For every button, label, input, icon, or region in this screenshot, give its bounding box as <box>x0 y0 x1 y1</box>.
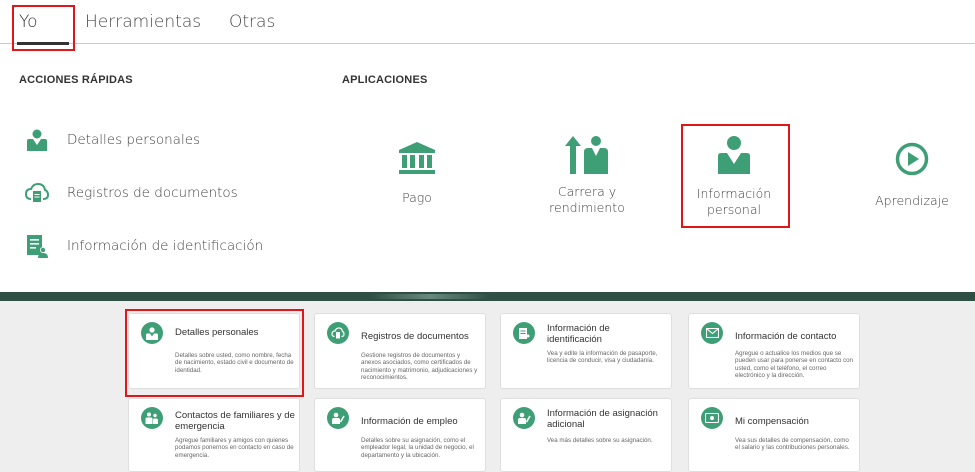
cloud-document-icon <box>327 322 349 344</box>
quick-actions-title: ACCIONES RÁPIDAS <box>19 74 133 86</box>
card-title: Detalles personales <box>175 327 259 338</box>
app-carrera-rendimiento[interactable]: Carrera y rendimiento <box>537 134 637 216</box>
person-icon <box>689 134 779 174</box>
quick-action-label: Registros de documentos <box>67 185 238 201</box>
card-additional-assignment-info[interactable]: Información de asignación adicional Vea … <box>500 398 672 472</box>
app-label-line1: Carrera y <box>557 184 617 199</box>
person-icon <box>141 322 163 344</box>
employment-icon <box>327 407 349 429</box>
quick-action-label: Información de identificación <box>67 238 264 254</box>
app-label: Aprendizaje <box>875 193 949 208</box>
app-label-line1: Información <box>696 186 772 201</box>
app-label-line2: personal <box>707 202 761 217</box>
card-description: Agregue o actualice los medios que se pu… <box>735 350 853 380</box>
tab-herramientas[interactable]: Herramientas <box>85 12 201 32</box>
card-description: Detalles sobre usted, como nombre, fecha… <box>175 352 294 374</box>
card-contact-info[interactable]: Información de contacto Agregue o actual… <box>688 313 860 389</box>
card-title: Contactos de familiares y de emergencia <box>175 410 295 432</box>
card-title: Información de identificación <box>547 323 610 345</box>
quick-action-personal-details[interactable]: Detalles personales <box>24 126 200 154</box>
app-label-line2: rendimiento <box>549 200 625 215</box>
card-description: Vea y edite la información de pasaporte,… <box>547 350 658 365</box>
card-title: Registros de documentos <box>361 331 469 342</box>
tab-yo[interactable]: Yo <box>19 12 38 32</box>
band-highlight <box>370 294 490 299</box>
app-label: Pago <box>402 190 432 205</box>
app-label: Carrera y rendimiento <box>537 184 637 216</box>
card-description: Vea más detalles sobre su asignación. <box>547 437 653 444</box>
card-document-records[interactable]: Registros de documentos Gestione registr… <box>314 313 486 389</box>
card-title: Mi compensación <box>735 416 809 427</box>
card-family-emergency-contacts[interactable]: Contactos de familiares y de emergencia … <box>128 398 300 472</box>
envelope-icon <box>701 322 723 344</box>
card-description: Gestione registros de documentos y anexo… <box>361 352 478 382</box>
app-pago[interactable]: Pago <box>382 140 452 206</box>
person-icon <box>24 127 50 153</box>
family-icon <box>141 407 163 429</box>
money-icon <box>701 407 723 429</box>
career-icon <box>537 134 637 174</box>
cloud-document-icon <box>24 180 50 206</box>
card-description: Detalles sobre su asignación, como el em… <box>361 437 474 459</box>
play-circle-icon <box>862 142 962 176</box>
assignment-icon <box>513 407 535 429</box>
id-document-icon <box>513 322 535 344</box>
card-personal-details[interactable]: Detalles personales Detalles sobre usted… <box>128 313 300 389</box>
quick-action-label: Detalles personales <box>67 132 201 148</box>
card-description: Vea sus detalles de compensación, como e… <box>735 437 850 452</box>
quick-action-identification-info[interactable]: Información de identificación <box>24 232 263 260</box>
card-description: Agregue familiares y amigos con quienes … <box>175 437 294 459</box>
id-document-icon <box>24 233 50 259</box>
card-employment-info[interactable]: Información de empleo Detalles sobre su … <box>314 398 486 472</box>
card-title: Información de asignación adicional <box>547 408 658 430</box>
applications-title: APLICACIONES <box>342 74 428 86</box>
quick-action-document-records[interactable]: Registros de documentos <box>24 179 238 207</box>
app-aprendizaje[interactable]: Aprendizaje <box>862 142 962 209</box>
card-identification-info[interactable]: Información de identificación Vea y edit… <box>500 313 672 389</box>
tab-otras[interactable]: Otras <box>229 12 275 32</box>
active-tab-underline <box>17 42 69 45</box>
app-informacion-personal[interactable]: Información personal <box>689 134 779 218</box>
card-my-compensation[interactable]: Mi compensación Vea sus detalles de comp… <box>688 398 860 472</box>
card-title: Información de empleo <box>361 416 458 427</box>
card-title: Información de contacto <box>735 331 837 342</box>
bank-icon <box>382 140 452 174</box>
app-label: Información personal <box>689 186 779 218</box>
tab-bar: Yo Herramientas Otras <box>0 0 975 45</box>
